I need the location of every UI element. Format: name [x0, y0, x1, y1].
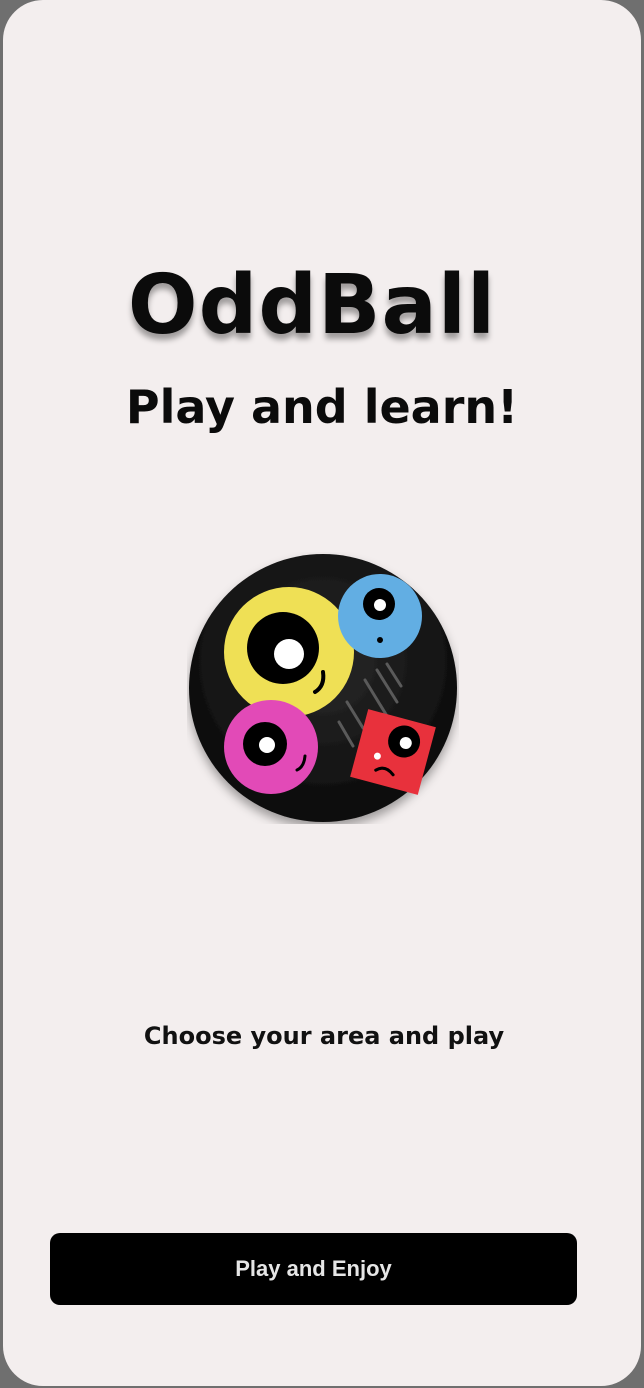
app-screen: OddBall Play and learn! Choose your area…: [3, 0, 641, 1386]
blue-ball: [338, 574, 422, 658]
app-title: OddBall: [127, 258, 497, 353]
play-and-enjoy-button[interactable]: Play and Enjoy: [50, 1233, 577, 1305]
instruction-text: Choose your area and play: [143, 1022, 505, 1050]
yellow-ball: [224, 587, 354, 717]
pink-ball: [224, 700, 318, 794]
app-tagline: Play and learn!: [125, 380, 519, 434]
oddball-logo-icon: [187, 552, 459, 824]
logo-graphic: [189, 554, 457, 822]
